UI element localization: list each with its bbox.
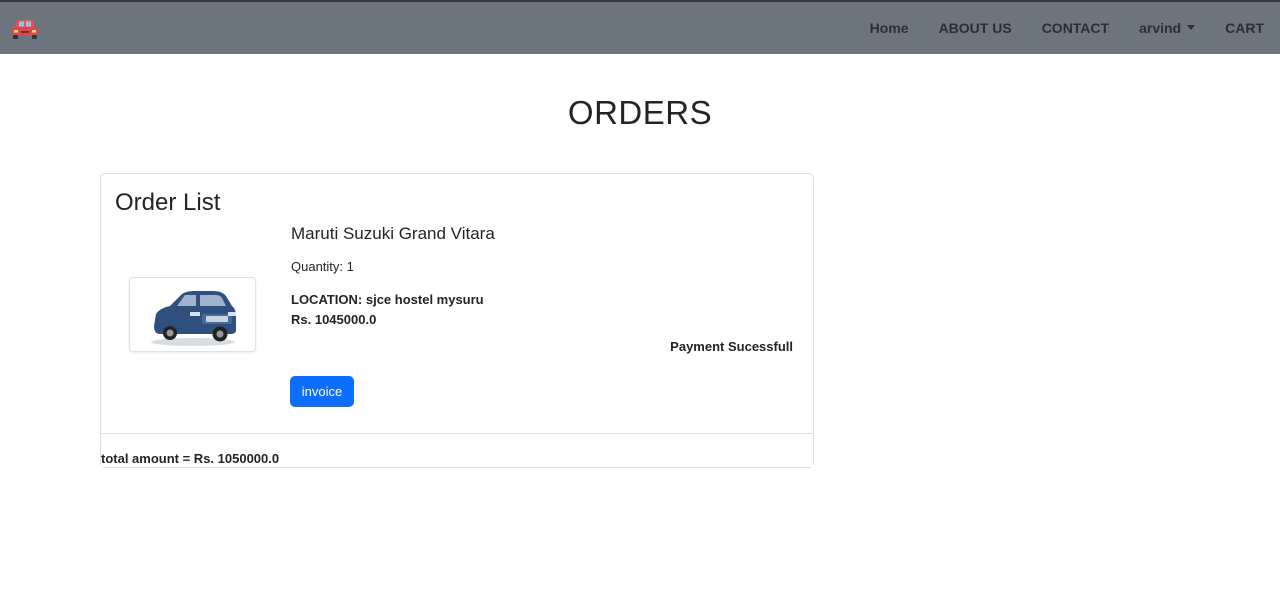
order-list-card: Order List Maruti Suzuki Grand Vitara Qu… [100,173,814,468]
product-image [129,277,256,352]
product-price: Rs. 1045000.0 [291,312,377,327]
top-navbar: Home ABOUT US CONTACT arvind CART [0,0,1280,54]
payment-status: Payment Sucessfull [670,339,793,354]
caret-down-icon [1187,25,1196,30]
nav-about-link[interactable]: ABOUT US [924,20,1027,36]
nav-contact-link[interactable]: CONTACT [1027,20,1124,36]
total-amount: total amount = Rs. 1050000.0 [101,451,280,466]
user-name: arvind [1139,20,1182,36]
nav-cart-link[interactable]: CART [1210,20,1280,36]
delivery-location: LOCATION: sjce hostel mysuru [291,292,484,307]
car-logo-icon[interactable] [10,14,40,42]
nav-links: Home ABOUT US CONTACT arvind CART [855,2,1280,54]
product-quantity: Quantity: 1 [291,259,354,274]
page-title: ORDERS [567,94,713,131]
nav-home-link[interactable]: Home [855,20,924,36]
order-list-title: Order List [115,189,221,216]
user-dropdown[interactable]: arvind [1124,20,1210,36]
order-footer: total amount = Rs. 1050000.0 [101,433,813,467]
invoice-button[interactable]: invoice [290,376,354,407]
product-name: Maruti Suzuki Grand Vitara [291,224,495,243]
